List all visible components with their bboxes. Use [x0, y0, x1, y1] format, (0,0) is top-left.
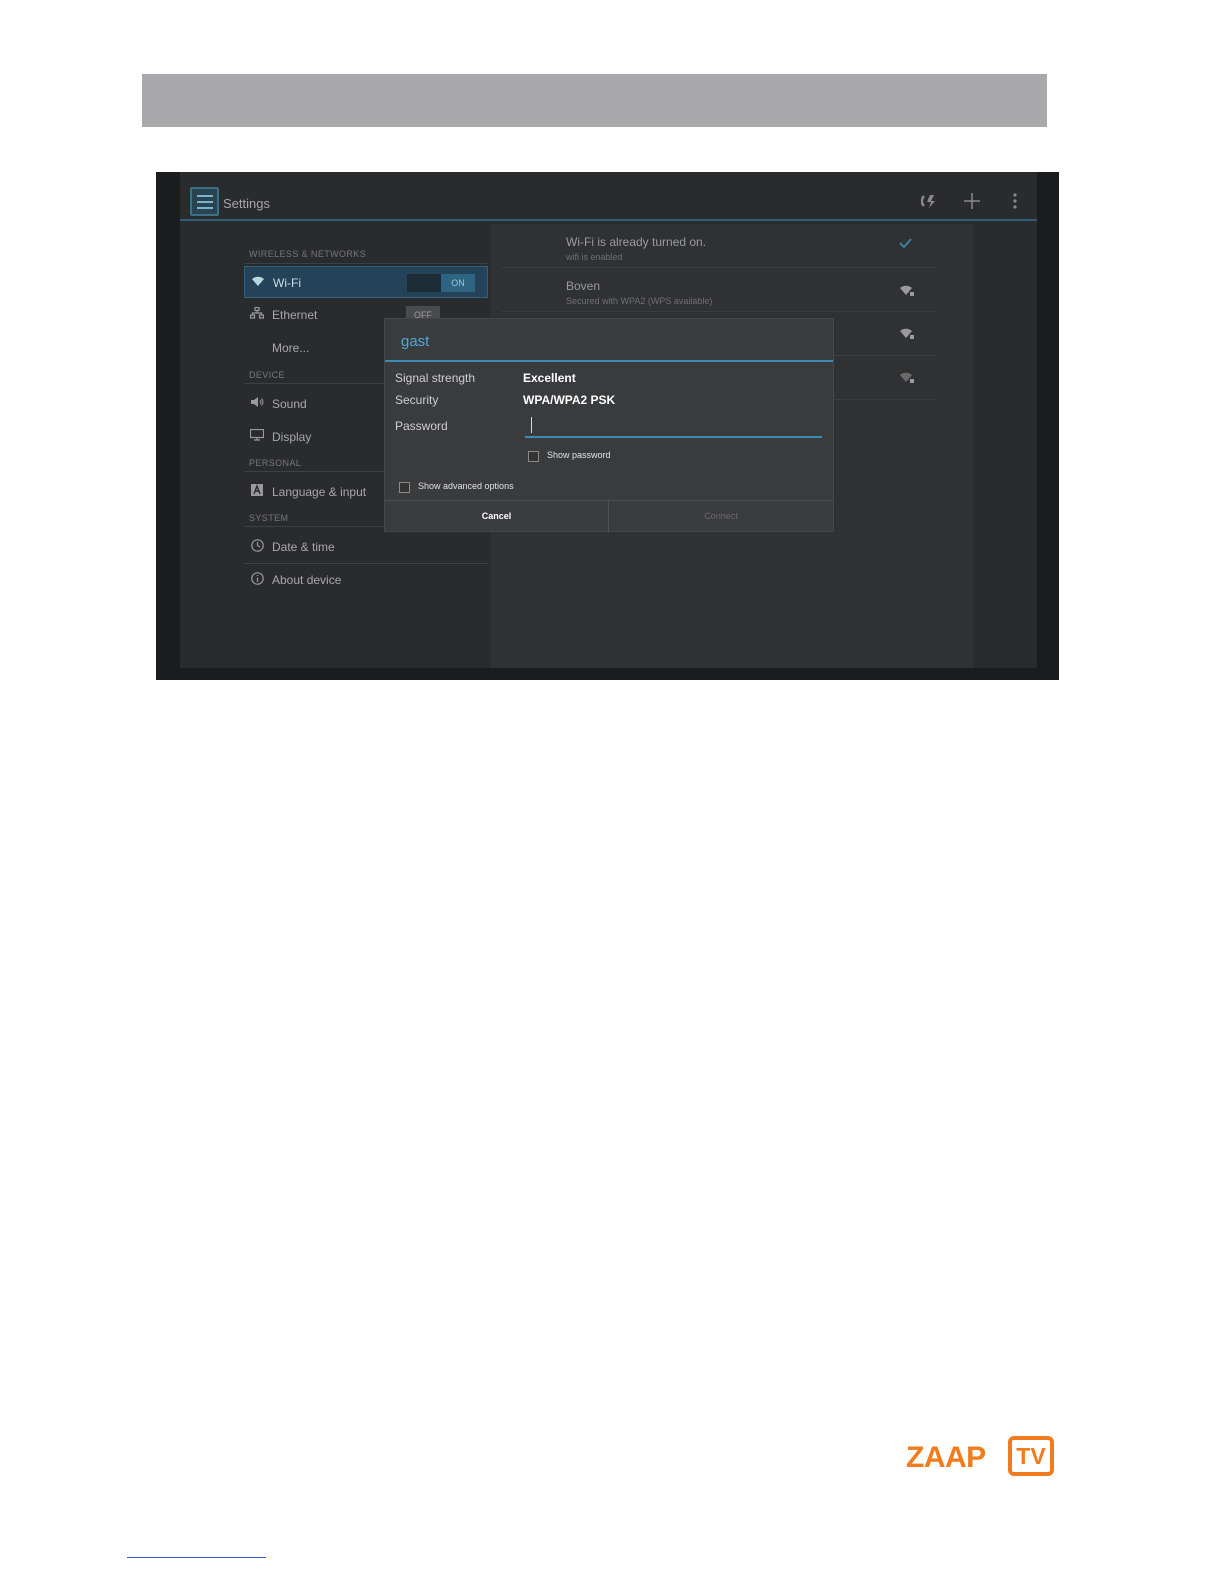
logo-text: ZAAP — [906, 1441, 986, 1474]
sidebar-item-label: Date & time — [272, 540, 335, 554]
settings-app-icon[interactable] — [190, 187, 219, 216]
toggle-on-label: ON — [441, 274, 475, 292]
section-header-personal: PERSONAL — [249, 458, 302, 468]
cancel-button[interactable]: Cancel — [385, 501, 609, 533]
sidebar-item-label: Sound — [272, 397, 307, 411]
network-subtitle: Secured with WPA2 (WPS available) — [566, 296, 713, 306]
connect-button[interactable]: Connect — [609, 501, 833, 533]
clock-icon — [250, 539, 264, 553]
sidebar-item-label: About device — [272, 573, 342, 587]
wifi-lock-icon — [899, 327, 915, 342]
overflow-menu-icon[interactable] — [1011, 192, 1019, 214]
list-item[interactable]: Wi-Fi is already turned on. wifi is enab… — [502, 224, 936, 268]
wifi-toggle[interactable]: ON — [407, 274, 475, 292]
logo-tv-text: TV — [1016, 1443, 1046, 1469]
sidebar-item-about[interactable]: About device — [244, 564, 488, 596]
list-item[interactable]: Boven Secured with WPA2 (WPS available) — [502, 268, 936, 312]
network-title: Boven — [566, 279, 601, 293]
security-value: WPA/WPA2 PSK — [523, 393, 616, 407]
password-input[interactable] — [525, 416, 822, 438]
check-icon — [899, 236, 912, 251]
language-icon — [250, 484, 264, 498]
signal-strength-label: Signal strength — [395, 371, 476, 385]
wifi-icon — [251, 275, 265, 289]
sidebar-item-label: More... — [272, 341, 310, 355]
show-password-label: Show password — [547, 450, 611, 460]
checkbox-box — [528, 451, 539, 462]
tv-icon: TV — [1008, 1436, 1054, 1476]
sidebar-item-label: Display — [272, 430, 312, 444]
wifi-lock-icon — [899, 284, 915, 299]
dialog-divider — [385, 360, 833, 362]
network-subtitle: wifi is enabled — [566, 252, 623, 262]
sidebar-item-wifi[interactable]: Wi-Fi ON — [244, 266, 488, 298]
sound-icon — [250, 396, 264, 410]
ethernet-icon — [249, 306, 265, 321]
text-cursor — [531, 417, 532, 433]
sidebar-item-label: Wi-Fi — [273, 276, 301, 290]
footer-link-underline — [127, 1557, 266, 1558]
show-advanced-options-label: Show advanced options — [418, 481, 514, 491]
dialog-title: gast — [401, 333, 430, 350]
info-icon — [250, 572, 264, 586]
wps-icon[interactable] — [920, 192, 939, 214]
password-label: Password — [395, 419, 448, 433]
sidebar-item-label: Ethernet — [272, 308, 318, 322]
wifi-connect-dialog: gast Signal strength Excellent Security … — [384, 318, 834, 533]
app-title: Settings — [223, 196, 270, 211]
add-icon[interactable] — [963, 192, 981, 214]
signal-strength-value: Excellent — [523, 371, 576, 385]
display-icon — [249, 428, 265, 443]
dialog-button-bar: Cancel Connect — [385, 500, 833, 533]
wifi-lock-icon — [899, 371, 915, 386]
divider — [244, 263, 488, 264]
section-header-device: DEVICE — [249, 370, 285, 380]
checkbox-box — [399, 482, 410, 493]
section-header-system: SYSTEM — [249, 513, 289, 523]
network-title: Wi-Fi is already turned on. — [566, 235, 707, 249]
action-bar: Settings — [180, 172, 1037, 221]
sidebar-item-date-time[interactable]: Date & time — [244, 531, 488, 563]
sidebar-item-label: Language & input — [272, 485, 367, 499]
header-band — [142, 74, 1047, 127]
section-header-wireless: WIRELESS & NETWORKS — [249, 249, 367, 259]
security-label: Security — [395, 393, 439, 407]
